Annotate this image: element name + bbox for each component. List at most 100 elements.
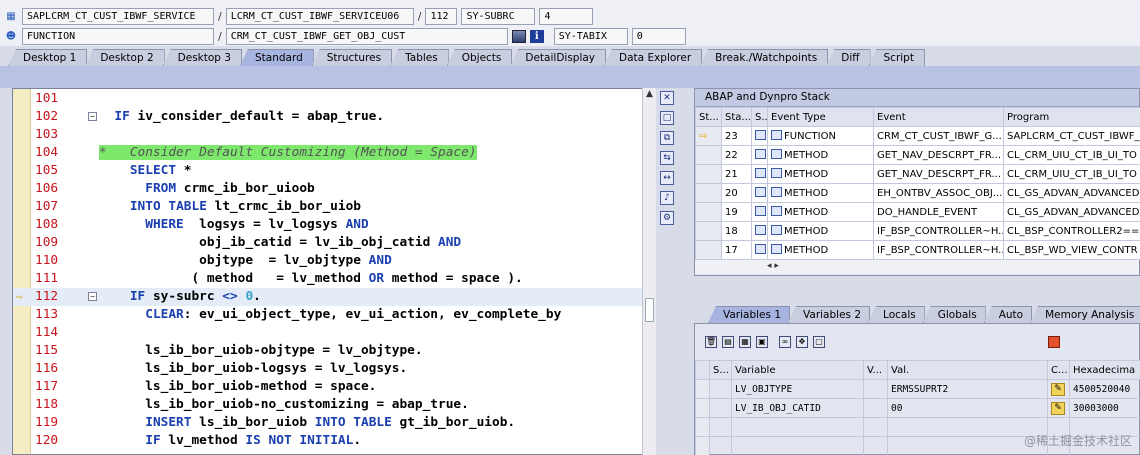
clipboard-icon[interactable]: ▢ (813, 336, 825, 348)
code-line[interactable]: 104 * Consider Default Customizing (Metho… (13, 144, 653, 162)
copy-tool-icon[interactable]: ⧉ (660, 131, 674, 145)
source-code-editor[interactable]: 101 102 − IF iv_consider_default = abap_tr… (12, 88, 656, 455)
code-line[interactable]: 109 obj_ib_catid = lv_ib_obj_catid AND (13, 234, 653, 252)
maximize-tool-icon[interactable]: □ (660, 111, 674, 125)
row-selector[interactable] (695, 379, 710, 399)
tab-script[interactable]: Script (868, 49, 925, 66)
tab-data-explorer[interactable]: Data Explorer (604, 49, 703, 66)
delete-icon[interactable]: 🗑 (705, 336, 717, 348)
type-icon (771, 206, 782, 216)
row-selector[interactable] (695, 398, 710, 418)
stack-row[interactable]: 21 METHOD GET_NAV_DESCRPT_FR... CL_CRM_UIU_… (695, 164, 1140, 184)
stack-col-header[interactable]: Program (1003, 107, 1140, 127)
tab-desktop-3[interactable]: Desktop 3 (162, 49, 242, 66)
var-col-header[interactable]: S... (709, 360, 732, 380)
empty-cell[interactable] (731, 417, 864, 437)
variable-name[interactable]: LV_IB_OBJ_CATID (731, 398, 864, 418)
stack-row[interactable]: 18 METHOD IF_BSP_CONTROLLER~H... CL_BSP_CON… (695, 221, 1140, 241)
screen-icon[interactable] (511, 29, 526, 43)
tab-globals[interactable]: Globals (922, 306, 986, 323)
variable-row[interactable]: LV_OBJTYPE ERMSSUPRT2 ✎ 4500520040 (695, 379, 1140, 399)
row-selector[interactable] (695, 417, 710, 437)
tab-variables-1[interactable]: Variables 1 (708, 306, 791, 323)
tab-detaildisplay[interactable]: DetailDisplay (510, 49, 607, 66)
var-col-header[interactable]: C... (1047, 360, 1070, 380)
tab-tables[interactable]: Tables (390, 49, 449, 66)
code-line[interactable]: 115 ls_ib_bor_uiob-objtype = lv_objtype. (13, 342, 653, 360)
tab-variables-2[interactable]: Variables 2 (788, 306, 871, 323)
stack-row[interactable]: 22 METHOD GET_NAV_DESCRPT_FR... CL_CRM_UIU_… (695, 145, 1140, 165)
scroll-up-icon[interactable]: ▲ (643, 88, 656, 101)
code-line[interactable]: 111 ( method = lv_method OR method = spa… (13, 270, 653, 288)
var-col-header[interactable]: Variable (731, 360, 864, 380)
save-local-icon[interactable]: ▣ (756, 336, 768, 348)
stack-row[interactable]: 17 METHOD IF_BSP_CONTROLLER~H... CL_BSP_WD_… (695, 240, 1140, 260)
tab-structures[interactable]: Structures (311, 49, 393, 66)
code-line[interactable]: 119 INSERT ls_ib_bor_uiob INTO TABLE gt_… (13, 414, 653, 432)
code-line[interactable]: 113 CLEAR: ev_ui_object_type, ev_ui_acti… (13, 306, 653, 324)
code-line[interactable]: 112 ⇨ − IF sy-subrc <> 0. (13, 288, 653, 306)
swap-tool-icon[interactable]: ⇆ (660, 151, 674, 165)
stack-col-header[interactable]: Sta... (721, 107, 752, 127)
tab-desktop-1[interactable]: Desktop 1 (8, 49, 88, 66)
pencil-icon[interactable]: ✎ (1051, 382, 1065, 396)
settings-tool-icon[interactable]: ⚙ (660, 211, 674, 225)
tab-diff[interactable]: Diff (826, 49, 871, 66)
stack-row[interactable]: 19 METHOD DO_HANDLE_EVENT CL_GS_ADVAN_ADVAN… (695, 202, 1140, 222)
tab-break-watchpoints[interactable]: Break./Watchpoints (700, 49, 829, 66)
stack-row[interactable]: 20 METHOD EH_ONTBV_ASSOC_OBJ... CL_GS_ADVAN… (695, 183, 1140, 203)
stack-col-header[interactable]: Event (873, 107, 1004, 127)
fold-toggle-icon[interactable]: − (88, 112, 97, 121)
stack-col-header[interactable]: St... (695, 107, 722, 127)
stack-marker: ⇨ (695, 126, 722, 146)
tab-desktop-2[interactable]: Desktop 2 (85, 49, 165, 66)
resize-tool-icon[interactable]: ↔ (660, 171, 674, 185)
table-icon[interactable]: ▦ (739, 336, 751, 348)
var-col-header[interactable]: Hexadecima (1069, 360, 1140, 380)
var-change[interactable]: ✎ (1047, 398, 1070, 418)
code-line[interactable]: 110 objtype = lv_objtype AND (13, 252, 653, 270)
tool-column: ✕ □ ⧉ ⇆ ↔ ♪ ⚙ (658, 88, 676, 228)
code-line[interactable]: 120 IF lv_method IS NOT INITIAL. (13, 432, 653, 450)
var-col-header[interactable]: Val. (887, 360, 1048, 380)
code-line[interactable]: 107 INTO TABLE lt_crmc_ib_bor_uiob (13, 198, 653, 216)
line-number: 103 (35, 127, 59, 142)
move-icon[interactable]: ✥ (796, 336, 808, 348)
headset-tool-icon[interactable]: ♪ (660, 191, 674, 205)
scroll-thumb[interactable] (645, 298, 654, 322)
fold-toggle-icon[interactable]: − (88, 292, 97, 301)
save-icon[interactable] (1048, 336, 1060, 348)
binoculars-icon[interactable]: ∞ (779, 336, 791, 348)
variable-name[interactable]: LV_OBJTYPE (731, 379, 864, 399)
empty-cell[interactable] (731, 436, 864, 455)
row-selector[interactable] (695, 436, 710, 455)
stack-col-header[interactable]: Event Type (767, 107, 874, 127)
editor-scrollbar[interactable]: ▲ (642, 88, 656, 455)
code-line[interactable]: 108 WHERE logsys = lv_logsys AND (13, 216, 653, 234)
code-line[interactable]: 103 (13, 126, 653, 144)
code-line[interactable]: 118 ls_ib_bor_uiob-no_customizing = abap… (13, 396, 653, 414)
tab-auto[interactable]: Auto (983, 306, 1033, 323)
tab-standard[interactable]: Standard (239, 49, 314, 66)
variable-row[interactable]: LV_IB_OBJ_CATID 00 ✎ 30003000 (695, 398, 1140, 418)
stack-row[interactable]: ⇨ 23 FUNCTION CRM_CT_CUST_IBWF_G... SAPLCRM_… (695, 126, 1140, 146)
line-number: 111 (35, 271, 59, 286)
pencil-icon[interactable]: ✎ (1051, 401, 1065, 415)
tab-memory-analysis[interactable]: Memory Analysis (1030, 306, 1140, 323)
code-line[interactable]: 117 ls_ib_bor_uiob-method = space. (13, 378, 653, 396)
tab-locals[interactable]: Locals (868, 306, 925, 323)
stack-col-header[interactable]: S... (751, 107, 768, 127)
stack-hscroll[interactable]: ◂ ▸ (695, 260, 1139, 274)
info-icon[interactable]: i (529, 29, 544, 43)
var-change[interactable]: ✎ (1047, 379, 1070, 399)
var-col-header[interactable]: V... (863, 360, 888, 380)
code-line[interactable]: 114 (13, 324, 653, 342)
code-line[interactable]: 116 ls_ib_bor_uiob-logsys = lv_logsys. (13, 360, 653, 378)
code-line[interactable]: 101 (13, 90, 653, 108)
tab-objects[interactable]: Objects (446, 49, 513, 66)
close-tool-icon[interactable]: ✕ (660, 91, 674, 105)
code-line[interactable]: 105 SELECT * (13, 162, 653, 180)
code-line[interactable]: 102 − IF iv_consider_default = abap_true. (13, 108, 653, 126)
grid-icon[interactable]: ▤ (722, 336, 734, 348)
code-line[interactable]: 106 FROM crmc_ib_bor_uioob (13, 180, 653, 198)
